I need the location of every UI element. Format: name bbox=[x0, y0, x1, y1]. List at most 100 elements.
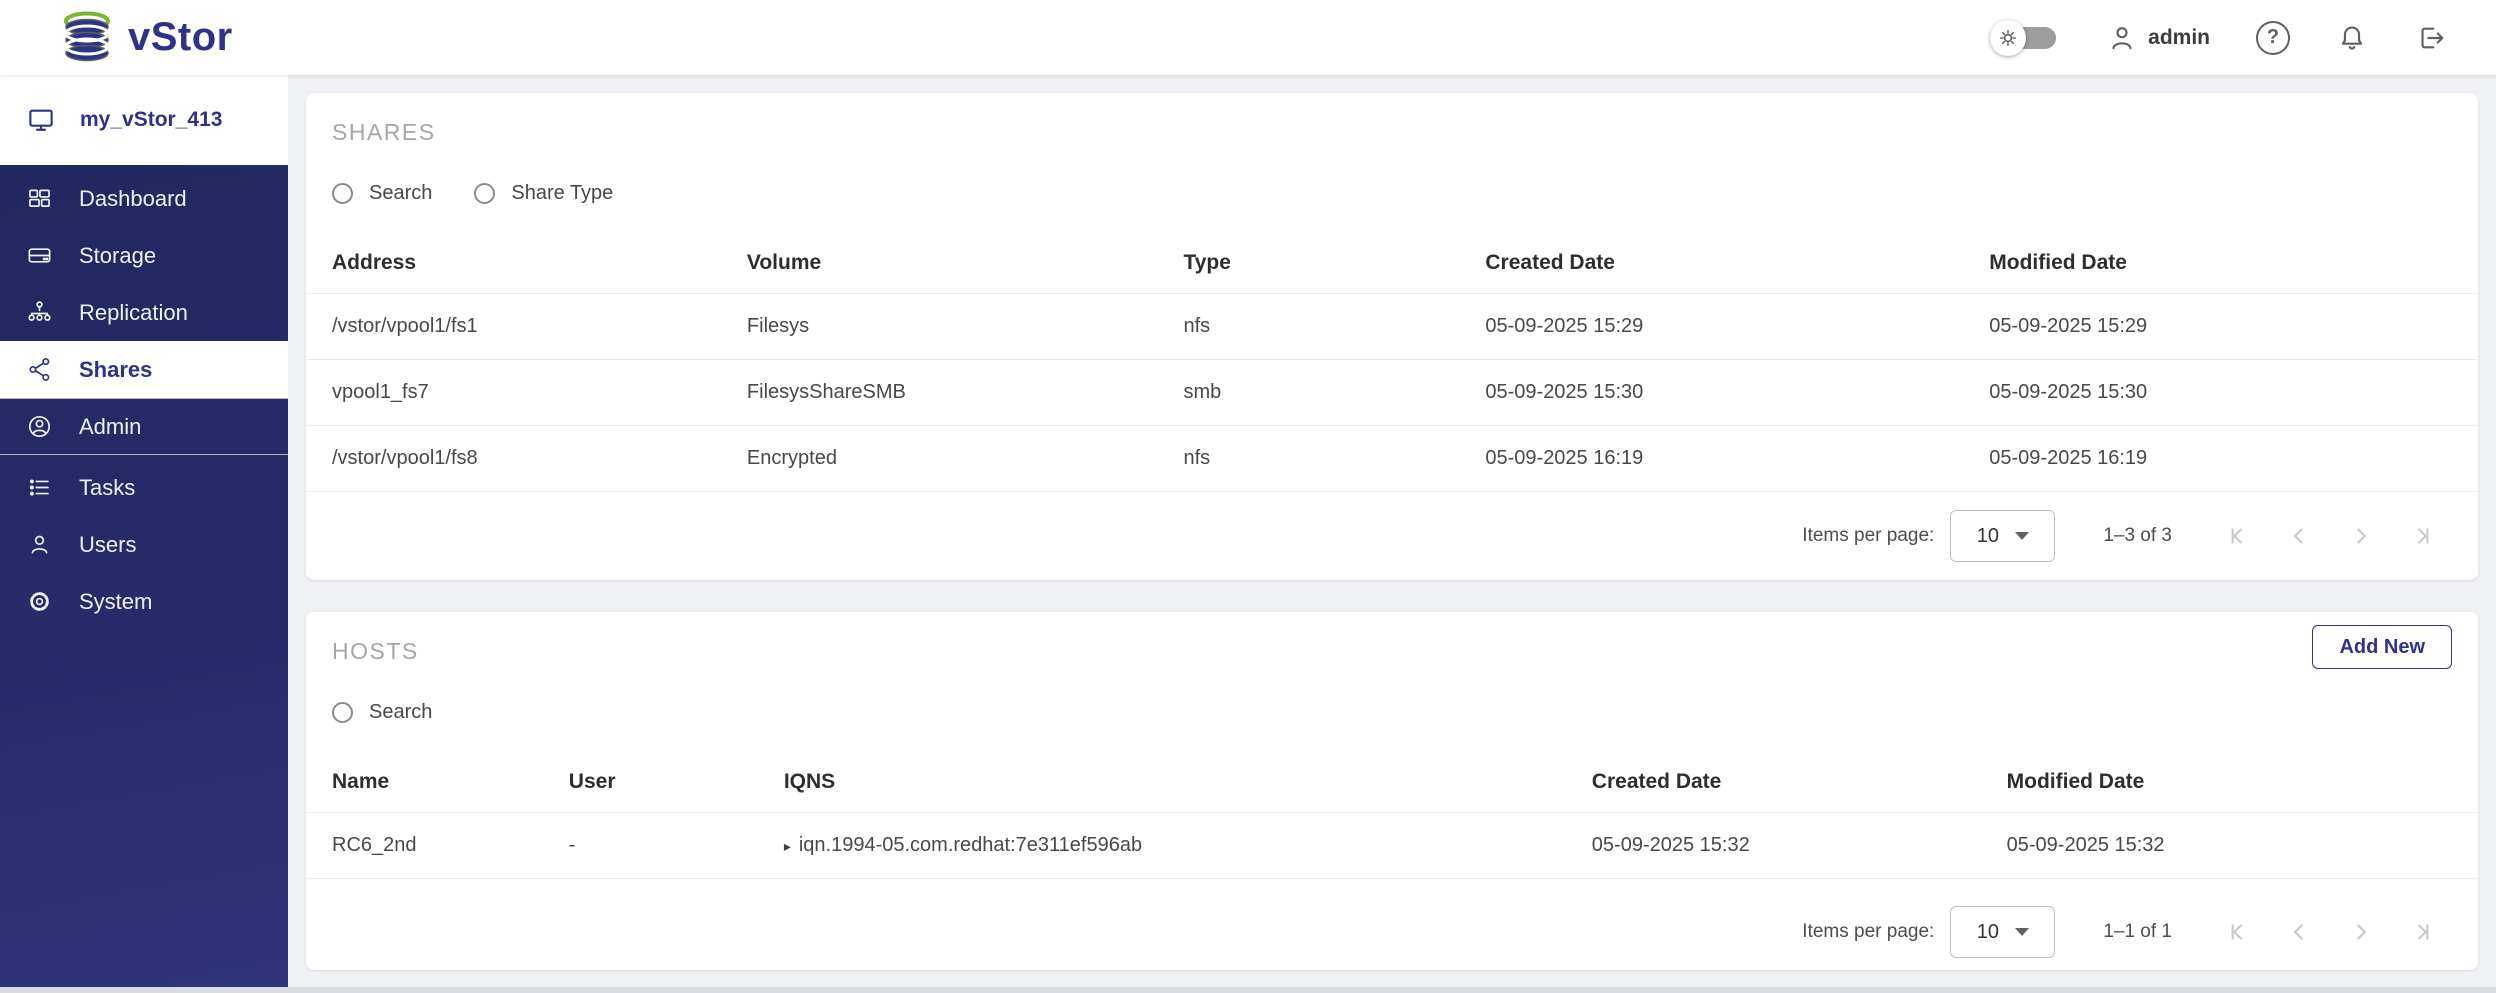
theme-toggle[interactable] bbox=[1990, 19, 2060, 57]
sidebar-item-admin[interactable]: Admin bbox=[0, 398, 288, 455]
search-radio[interactable] bbox=[332, 702, 353, 723]
user-name: admin bbox=[2148, 26, 2210, 50]
replication-icon bbox=[26, 299, 53, 326]
vstor-database-logo-icon bbox=[60, 10, 114, 66]
sidebar-item-label: Storage bbox=[79, 243, 156, 269]
sidebar-item-tasks[interactable]: Tasks bbox=[0, 459, 288, 516]
first-page-button[interactable] bbox=[2224, 919, 2250, 945]
column-header: User bbox=[569, 752, 784, 813]
sidebar-item-replication[interactable]: Replication bbox=[0, 284, 288, 341]
system-name-block[interactable]: my_vStor_413 bbox=[0, 75, 288, 165]
items-per-page-select[interactable]: 10 bbox=[1950, 510, 2055, 562]
dashboard-icon bbox=[26, 185, 53, 212]
app-name: vStor bbox=[128, 15, 233, 60]
table-cell: 05-09-2025 15:32 bbox=[2007, 813, 2478, 879]
sidebar-item-label: Replication bbox=[79, 300, 188, 326]
add-new-button[interactable]: Add New bbox=[2312, 625, 2452, 669]
items-per-page-value: 10 bbox=[1977, 921, 1999, 944]
column-header: Address bbox=[306, 233, 747, 294]
table-row[interactable]: vpool1_fs7FilesysShareSMBsmb05-09-2025 1… bbox=[306, 360, 2478, 426]
sidebar-item-label: Dashboard bbox=[79, 186, 187, 212]
items-per-page-label: Items per page: bbox=[1802, 525, 1934, 547]
page-range: 1–1 of 1 bbox=[2103, 921, 2172, 943]
table-header-row: AddressVolumeTypeCreated DateModified Da… bbox=[306, 233, 2478, 294]
next-page-icon bbox=[2348, 523, 2374, 549]
last-page-button[interactable] bbox=[2410, 919, 2436, 945]
table-cell: vpool1_fs7 bbox=[306, 360, 747, 426]
table-row[interactable]: RC6_2nd-▸iqn.1994-05.com.redhat:7e311ef5… bbox=[306, 813, 2478, 879]
hosts-search-filter[interactable]: Search bbox=[332, 701, 432, 724]
sidebar-item-dashboard[interactable]: Dashboard bbox=[0, 170, 288, 227]
sidebar-item-label: Shares bbox=[79, 357, 152, 383]
first-page-button[interactable] bbox=[2224, 523, 2250, 549]
sidebar-item-label: System bbox=[79, 589, 152, 615]
previous-page-icon bbox=[2286, 523, 2312, 549]
sidebar-item-system[interactable]: System bbox=[0, 573, 288, 630]
person-icon bbox=[2106, 22, 2138, 54]
share-type-filter[interactable]: Share Type bbox=[474, 182, 613, 205]
table-cell: 05-09-2025 15:29 bbox=[1989, 294, 2478, 360]
shares-title: SHARES bbox=[306, 93, 2478, 146]
share-type-radio-label: Share Type bbox=[511, 182, 613, 205]
user-menu[interactable]: admin bbox=[2106, 22, 2210, 54]
shares-panel: SHARES Search Share Type AddressVolumeTy… bbox=[306, 93, 2478, 580]
previous-page-button[interactable] bbox=[2286, 919, 2312, 945]
logout-icon[interactable] bbox=[2414, 22, 2446, 54]
hosts-pagination: Items per page: 10 1–1 of 1 bbox=[1802, 900, 2478, 964]
help-icon[interactable]: ? bbox=[2256, 21, 2290, 55]
sidebar-item-storage[interactable]: Storage bbox=[0, 227, 288, 284]
sidebar: my_vStor_413 Dashboard Storage bbox=[0, 75, 288, 993]
table-row[interactable]: /vstor/vpool1/fs1Filesysnfs05-09-2025 15… bbox=[306, 294, 2478, 360]
storage-icon bbox=[26, 242, 53, 269]
table-cell: nfs bbox=[1183, 294, 1485, 360]
tasks-icon bbox=[26, 474, 53, 501]
hosts-table: NameUserIQNSCreated DateModified Date RC… bbox=[306, 752, 2478, 879]
next-page-button[interactable] bbox=[2348, 523, 2374, 549]
sun-icon bbox=[1990, 20, 2026, 56]
top-header: vStor admin ? bbox=[0, 0, 2496, 75]
items-per-page-value: 10 bbox=[1977, 525, 1999, 548]
chevron-down-icon bbox=[2015, 532, 2029, 540]
expand-caret-icon[interactable]: ▸ bbox=[784, 838, 791, 854]
bell-icon[interactable] bbox=[2336, 22, 2368, 54]
table-header-row: NameUserIQNSCreated DateModified Date bbox=[306, 752, 2478, 813]
first-page-icon bbox=[2224, 523, 2250, 549]
table-cell: nfs bbox=[1183, 426, 1485, 492]
column-header: Name bbox=[306, 752, 569, 813]
hosts-title: HOSTS bbox=[306, 612, 2478, 665]
previous-page-icon bbox=[2286, 919, 2312, 945]
column-header: IQNS bbox=[784, 752, 1592, 813]
previous-page-button[interactable] bbox=[2286, 523, 2312, 549]
table-cell: smb bbox=[1183, 360, 1485, 426]
items-per-page-select[interactable]: 10 bbox=[1950, 906, 2055, 958]
search-radio[interactable] bbox=[332, 183, 353, 204]
shares-icon bbox=[26, 356, 53, 383]
app-logo: vStor bbox=[0, 10, 233, 66]
table-row[interactable]: /vstor/vpool1/fs8Encryptednfs05-09-2025 … bbox=[306, 426, 2478, 492]
shares-table: AddressVolumeTypeCreated DateModified Da… bbox=[306, 233, 2478, 492]
monitor-icon bbox=[26, 105, 56, 135]
table-cell: 05-09-2025 16:19 bbox=[1485, 426, 1989, 492]
system-name: my_vStor_413 bbox=[80, 108, 222, 132]
table-cell: FilesysShareSMB bbox=[747, 360, 1184, 426]
table-cell: - bbox=[569, 813, 784, 879]
search-radio-label: Search bbox=[369, 701, 432, 724]
admin-icon bbox=[26, 413, 53, 440]
last-page-icon bbox=[2410, 919, 2436, 945]
column-header: Type bbox=[1183, 233, 1485, 294]
bottom-edge bbox=[0, 987, 2496, 993]
system-icon bbox=[26, 588, 53, 615]
shares-search-filter[interactable]: Search bbox=[332, 182, 432, 205]
table-cell: /vstor/vpool1/fs1 bbox=[306, 294, 747, 360]
items-per-page-label: Items per page: bbox=[1802, 921, 1934, 943]
share-type-radio[interactable] bbox=[474, 183, 495, 204]
column-header: Created Date bbox=[1592, 752, 2007, 813]
table-cell: 05-09-2025 15:29 bbox=[1485, 294, 1989, 360]
table-cell: 05-09-2025 15:32 bbox=[1592, 813, 2007, 879]
sidebar-item-label: Admin bbox=[79, 414, 141, 440]
last-page-button[interactable] bbox=[2410, 523, 2436, 549]
search-radio-label: Search bbox=[369, 182, 432, 205]
sidebar-item-shares[interactable]: Shares bbox=[0, 341, 288, 398]
next-page-button[interactable] bbox=[2348, 919, 2374, 945]
sidebar-item-users[interactable]: Users bbox=[0, 516, 288, 573]
